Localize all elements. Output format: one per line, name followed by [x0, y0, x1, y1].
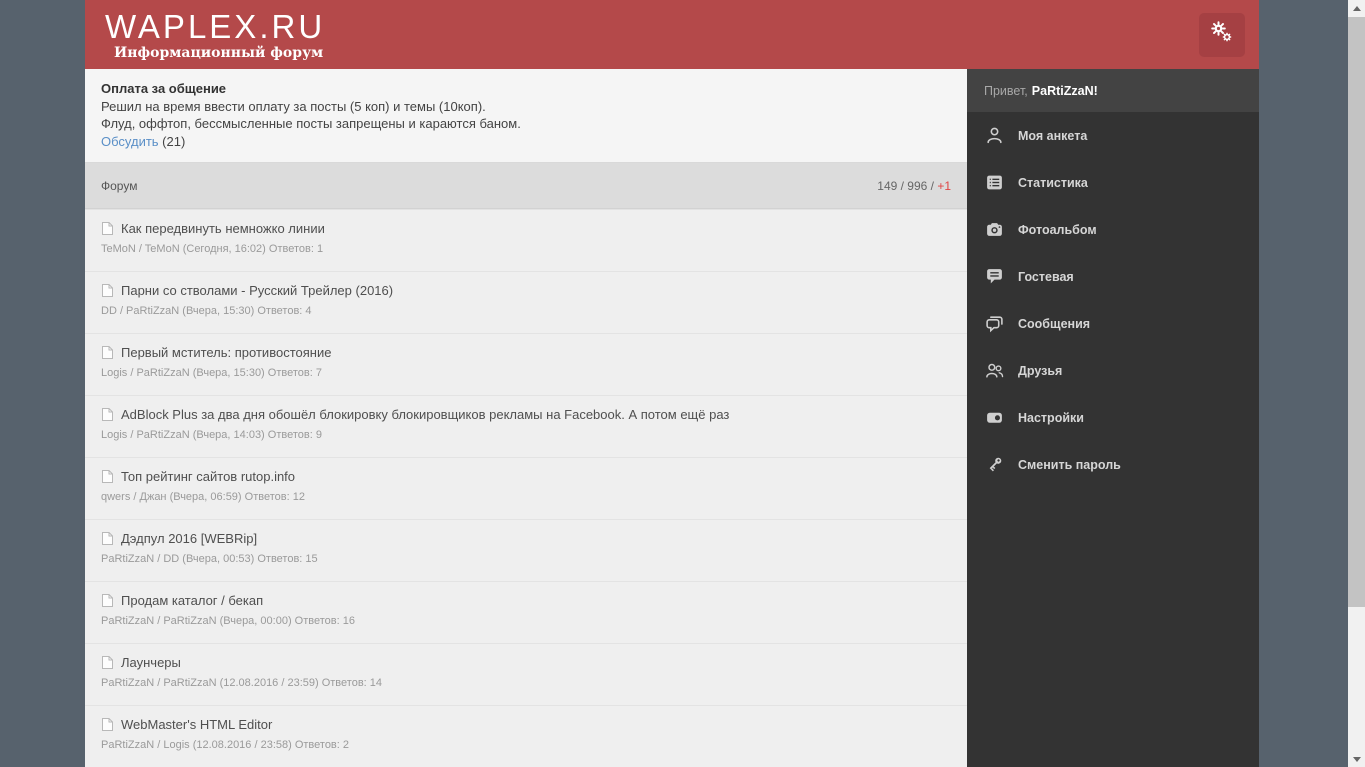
- sidebar-item-photoalbum[interactable]: Фотоальбом: [967, 206, 1259, 253]
- topic-row: Парни со стволами - Русский Трейлер (201…: [85, 271, 967, 333]
- sidebar-item-label: Гостевая: [1018, 269, 1074, 284]
- topic-page-icon: [101, 283, 114, 298]
- scrollbar-up-button[interactable]: [1348, 0, 1365, 16]
- topic-title-link[interactable]: Парни со стволами - Русский Трейлер (201…: [121, 283, 393, 298]
- sidebar-item-label: Настройки: [1018, 410, 1084, 425]
- sidebar-item-settings[interactable]: Настройки: [967, 394, 1259, 441]
- topic-page-icon: [101, 593, 114, 608]
- sidebar-item-label: Друзья: [1018, 363, 1063, 378]
- user-sidebar: Привет, PaRtiZzaN! Моя анкета Статистика: [967, 69, 1259, 767]
- topic-row: WebMaster's HTML Editor PaRtiZzaN / Logi…: [85, 705, 967, 767]
- topic-meta: Logis / PaRtiZzaN (Вчера, 15:30) Ответов…: [101, 367, 322, 379]
- topic-meta: PaRtiZzaN / DD (Вчера, 00:53) Ответов: 1…: [101, 553, 318, 565]
- topic-page-icon: [101, 345, 114, 360]
- site-logo[interactable]: WAPLEX.RU Информационный форум: [105, 10, 325, 60]
- site-tagline: Информационный форум: [114, 44, 324, 61]
- topic-row: AdBlock Plus за два дня обошёл блокировк…: [85, 395, 967, 457]
- browser-viewport: WAPLEX.RU Информационный форум Оплата за…: [0, 0, 1365, 767]
- topic-page-icon: [101, 221, 114, 236]
- sidebar-item-label: Сменить пароль: [1018, 457, 1121, 472]
- announcement-line2: Флуд, оффтоп, бессмысленные посты запрещ…: [101, 116, 521, 131]
- sidebar-item-label: Статистика: [1018, 175, 1088, 190]
- topic-row: Как передвинуть немножко линии TeMoN / T…: [85, 209, 967, 271]
- topic-row: Первый мститель: противостояние Logis / …: [85, 333, 967, 395]
- forum-stats-counts: 149 / 996 /: [877, 178, 938, 193]
- forum-stats-new: +1: [937, 178, 951, 193]
- forum-list-title: Форум: [101, 178, 138, 193]
- sidebar-item-guestbook[interactable]: Гостевая: [967, 253, 1259, 300]
- topic-row: Дэдпул 2016 [WEBRip] PaRtiZzaN / DD (Вче…: [85, 519, 967, 581]
- topic-page-icon: [101, 717, 114, 732]
- messages-icon: [985, 314, 1004, 333]
- topic-title-link[interactable]: Как передвинуть немножко линии: [121, 221, 325, 236]
- topic-title-link[interactable]: Первый мститель: противостояние: [121, 345, 331, 360]
- sidebar-item-label: Фотоальбом: [1018, 222, 1097, 237]
- browser-scrollbar[interactable]: [1348, 0, 1365, 767]
- topic-meta: DD / PaRtiZzaN (Вчера, 15:30) Ответов: 4: [101, 305, 312, 317]
- topic-page-icon: [101, 531, 114, 546]
- key-icon: [985, 455, 1004, 474]
- scrollbar-down-button[interactable]: [1348, 751, 1365, 767]
- announcement-title: Оплата за общение: [101, 81, 227, 96]
- gears-icon: [1210, 20, 1234, 49]
- topic-meta: Logis / PaRtiZzaN (Вчера, 14:03) Ответов…: [101, 429, 322, 441]
- content-area: Оплата за общение Решил на время ввести …: [85, 69, 1259, 767]
- topic-title-link[interactable]: WebMaster's HTML Editor: [121, 717, 272, 732]
- topic-meta: TeMoN / TeMoN (Сегодня, 16:02) Ответов: …: [101, 243, 324, 255]
- sidebar-item-friends[interactable]: Друзья: [967, 347, 1259, 394]
- sidebar-item-profile[interactable]: Моя анкета: [967, 112, 1259, 159]
- greeting-prefix: Привет,: [984, 83, 1028, 98]
- forum-page: WAPLEX.RU Информационный форум Оплата за…: [85, 0, 1259, 767]
- site-logo-text: WAPLEX.RU: [105, 7, 326, 45]
- sidebar-item-statistics[interactable]: Статистика: [967, 159, 1259, 206]
- topic-meta: PaRtiZzaN / Logis (12.08.2016 / 23:58) О…: [101, 739, 350, 751]
- topic-row: Лаунчеры PaRtiZzaN / PaRtiZzaN (12.08.20…: [85, 643, 967, 705]
- topic-row: Продам каталог / бекап PaRtiZzaN / PaRti…: [85, 581, 967, 643]
- settings-gear-button[interactable]: [1199, 12, 1245, 57]
- topic-page-icon: [101, 407, 114, 422]
- user-icon: [985, 126, 1004, 145]
- sidebar-item-messages[interactable]: Сообщения: [967, 300, 1259, 347]
- forum-list-header: Форум 149 / 996 / +1: [85, 163, 967, 209]
- scrollbar-thumb[interactable]: [1348, 17, 1365, 607]
- topic-title-link[interactable]: Топ рейтинг сайтов rutop.info: [121, 469, 295, 484]
- forum-stats: 149 / 996 / +1: [877, 179, 951, 193]
- forum-main-column: Оплата за общение Решил на время ввести …: [85, 69, 967, 767]
- site-header: WAPLEX.RU Информационный форум: [85, 0, 1259, 69]
- greeting-username: PaRtiZzaN!: [1031, 83, 1098, 98]
- discuss-link[interactable]: Обсудить: [101, 134, 159, 149]
- topic-page-icon: [101, 469, 114, 484]
- topic-title-link[interactable]: Продам каталог / бекап: [121, 593, 263, 608]
- sidebar-item-label: Сообщения: [1018, 316, 1091, 331]
- camera-icon: [985, 220, 1004, 239]
- topic-page-icon: [101, 655, 114, 670]
- topic-meta: qwers / Джан (Вчера, 06:59) Ответов: 12: [101, 491, 305, 503]
- guestbook-icon: [985, 267, 1004, 286]
- topic-title-link[interactable]: Лаунчеры: [121, 655, 181, 670]
- announcement-line1: Решил на время ввести оплату за посты (5…: [101, 98, 486, 114]
- friends-icon: [985, 361, 1004, 380]
- arrow-down-icon: [1352, 756, 1361, 762]
- topic-row: Топ рейтинг сайтов rutop.info qwers / Дж…: [85, 457, 967, 519]
- topic-title-link[interactable]: AdBlock Plus за два дня обошёл блокировк…: [121, 407, 729, 422]
- sidebar-item-change-password[interactable]: Сменить пароль: [967, 441, 1259, 488]
- discuss-count: (21): [158, 133, 186, 149]
- topic-title-link[interactable]: Дэдпул 2016 [WEBRip]: [121, 531, 257, 546]
- settings-icon: [985, 408, 1004, 427]
- greeting-bar: Привет, PaRtiZzaN!: [967, 69, 1259, 112]
- topic-meta: PaRtiZzaN / PaRtiZzaN (12.08.2016 / 23:5…: [101, 677, 383, 689]
- stats-icon: [985, 173, 1004, 192]
- arrow-up-icon: [1352, 5, 1361, 11]
- topic-meta: PaRtiZzaN / PaRtiZzaN (Вчера, 00:00) Отв…: [101, 615, 355, 627]
- announcement-block: Оплата за общение Решил на время ввести …: [85, 69, 967, 163]
- sidebar-item-label: Моя анкета: [1018, 128, 1088, 143]
